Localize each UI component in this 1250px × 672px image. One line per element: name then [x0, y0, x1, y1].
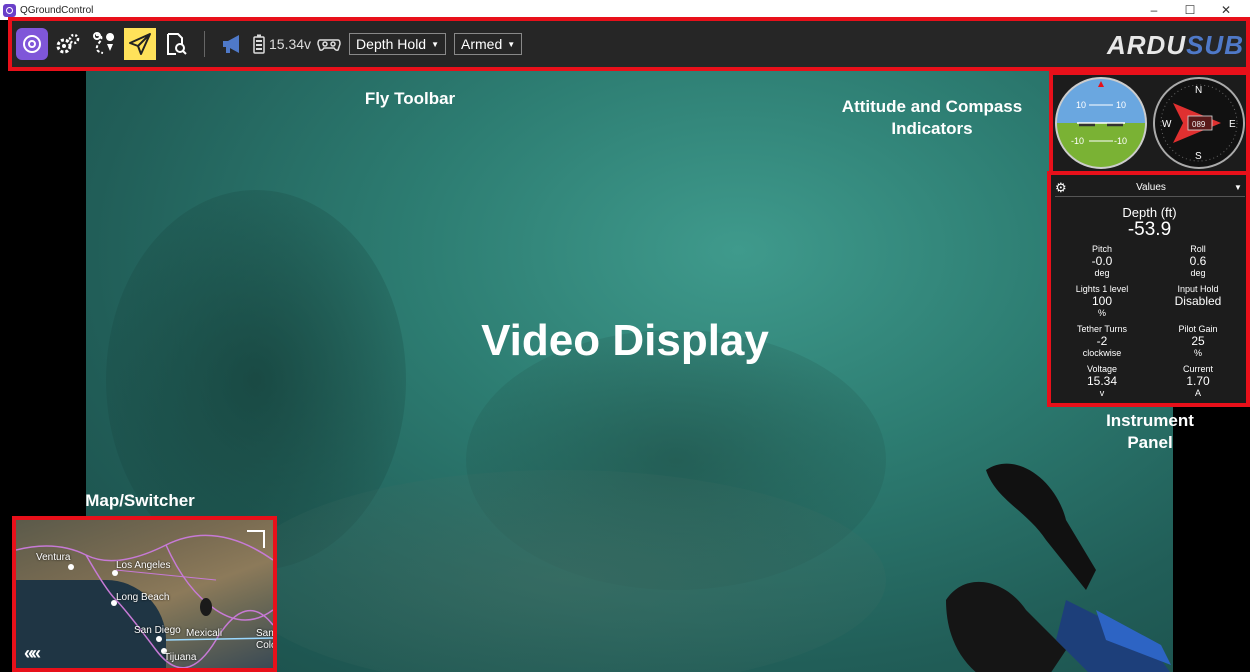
map-highlight-box [12, 516, 277, 672]
fly-toolbar-annotation: Fly Toolbar [364, 89, 456, 108]
instrument-panel-annotation-line2: Panel [1127, 433, 1173, 452]
toolbar-highlight-box [8, 17, 1250, 71]
instrument-panel-annotation-line1: Instrument [1106, 411, 1194, 430]
instrument-panel-annotation: Instrument Panel [1080, 410, 1220, 454]
instrument-panel-highlight-box [1047, 171, 1250, 407]
gripper-claw-image [946, 463, 1171, 672]
qgc-app-icon [3, 3, 16, 17]
maximize-button[interactable]: ☐ [1172, 3, 1208, 17]
map-switcher-annotation: Map/Switcher [85, 491, 195, 510]
instruments-highlight-box [1049, 71, 1250, 175]
attitude-compass-annotation-line1: Attitude and Compass [841, 97, 1023, 116]
window-title: QGroundControl [20, 4, 94, 16]
attitude-compass-annotation: Attitude and Compass Indicators [812, 96, 1052, 140]
close-button[interactable]: ✕ [1208, 3, 1244, 17]
attitude-compass-annotation-line2: Indicators [891, 119, 973, 138]
minimize-button[interactable]: – [1136, 3, 1172, 17]
